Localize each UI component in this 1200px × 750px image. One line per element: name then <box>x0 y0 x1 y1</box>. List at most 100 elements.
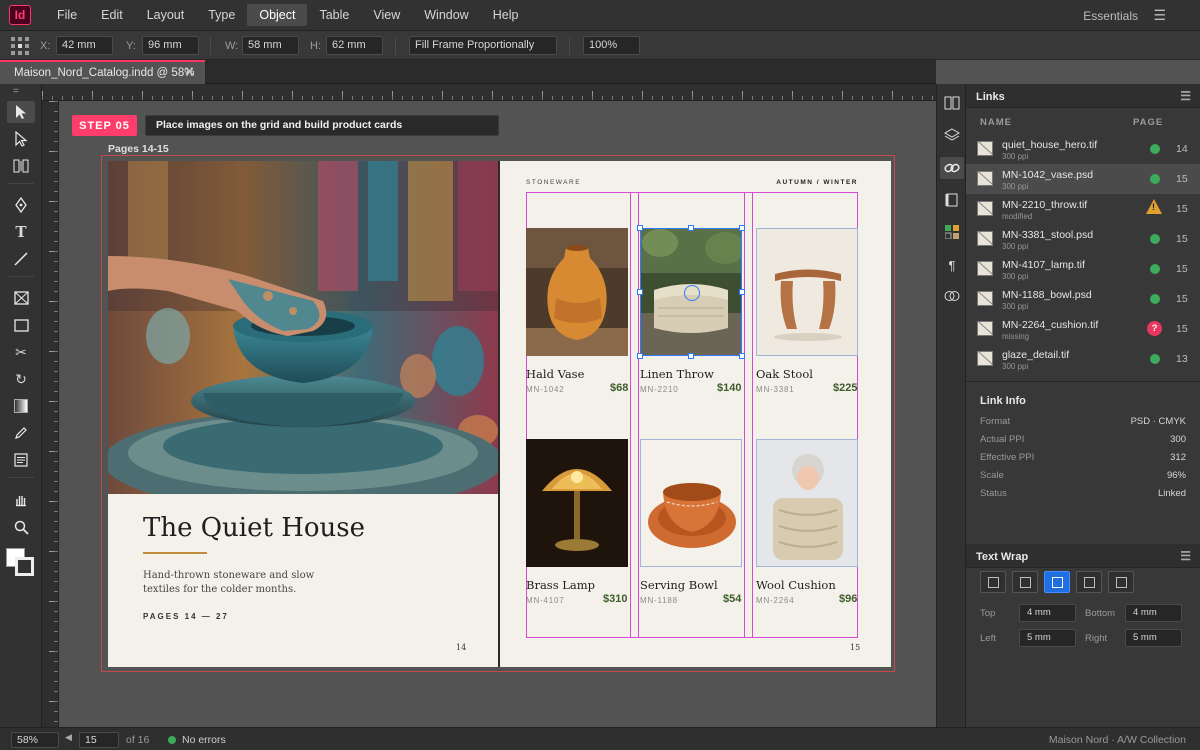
menu-file[interactable]: File <box>45 4 89 26</box>
pencil-tool-icon[interactable] <box>7 422 35 444</box>
close-tab-icon[interactable]: ✕ <box>184 64 195 80</box>
link-page[interactable]: 15 <box>1176 323 1188 335</box>
jump-object-button[interactable] <box>1076 571 1102 593</box>
direct-selection-tool-icon[interactable] <box>7 128 35 150</box>
link-row[interactable]: MN-2210_throw.tif modified ! 15 <box>966 194 1200 224</box>
pathfinder-panel-icon[interactable] <box>940 285 964 307</box>
link-page[interactable]: 15 <box>1176 173 1188 185</box>
scale-field[interactable]: 100% <box>583 36 640 55</box>
y-field[interactable]: 96 mm <box>142 36 199 55</box>
w-field[interactable]: 58 mm <box>242 36 299 55</box>
menu-edit[interactable]: Edit <box>89 4 135 26</box>
hand-tool-icon[interactable] <box>7 489 35 511</box>
menu-window[interactable]: Window <box>412 4 480 26</box>
product-name[interactable]: Linen Throw <box>640 367 714 381</box>
product-price[interactable]: $225 <box>833 382 857 394</box>
product-name[interactable]: Serving Bowl <box>640 578 718 592</box>
menu-view[interactable]: View <box>361 4 412 26</box>
product-image-lamp[interactable] <box>526 439 628 567</box>
wrap-object-shape-button[interactable] <box>1044 571 1070 593</box>
link-row[interactable]: MN-1042_vase.psd 300 ppi 15 <box>966 164 1200 194</box>
page-field[interactable]: 15 <box>79 732 119 748</box>
season-label[interactable]: AUTUMN / WINTER <box>776 179 858 186</box>
product-image-bowl[interactable] <box>640 439 742 567</box>
previous-page-icon[interactable]: ◀ <box>65 732 72 743</box>
links-panel-icon[interactable] <box>940 157 964 179</box>
paragraph-panel-icon[interactable]: ¶ <box>940 254 964 276</box>
fill-stroke-swatch-icon[interactable] <box>6 548 36 578</box>
product-sku[interactable]: MN-2264 <box>756 596 795 605</box>
workspace-switcher[interactable]: Essentials <box>1083 9 1138 23</box>
page-15[interactable]: STONEWARE AUTUMN / WINTER Hald Vase MN-1… <box>500 161 891 667</box>
link-row[interactable]: glaze_detail.tif 300 ppi 13 <box>966 344 1200 374</box>
product-sku[interactable]: MN-3381 <box>756 385 795 394</box>
spread-title[interactable]: The Quiet House <box>143 513 365 543</box>
toolbox-grip-icon[interactable]: = <box>13 86 19 97</box>
product-price[interactable]: $96 <box>839 593 857 605</box>
resize-handle[interactable] <box>637 353 643 359</box>
page-14[interactable]: The Quiet House Hand-thrown stoneware an… <box>108 161 498 667</box>
document-tab[interactable]: Maison_Nord_Catalog.indd @ 58% <box>0 60 205 84</box>
resize-handle[interactable] <box>688 225 694 231</box>
pasteboard[interactable]: STEP 05 Place images on the grid and bui… <box>59 101 936 727</box>
product-image-cushion[interactable] <box>756 439 858 567</box>
missing-link-icon[interactable]: ? <box>1147 321 1162 336</box>
link-row[interactable]: MN-4107_lamp.tif 300 ppi 15 <box>966 254 1200 284</box>
product-image-stool[interactable] <box>756 228 858 356</box>
panel-menu-icon[interactable]: ☰ <box>1180 549 1191 563</box>
product-price[interactable]: $54 <box>723 593 741 605</box>
resize-handle[interactable] <box>637 225 643 231</box>
menu-type[interactable]: Type <box>196 4 247 26</box>
product-price[interactable]: $68 <box>610 382 628 394</box>
zoom-field[interactable]: 58% <box>11 732 59 748</box>
workspace-menu-icon[interactable]: ☰ <box>1153 7 1166 24</box>
content-grabber-icon[interactable] <box>684 285 700 301</box>
product-image-vase[interactable] <box>526 228 628 356</box>
reference-point-icon[interactable] <box>11 37 29 55</box>
layers-panel-icon[interactable] <box>940 124 964 146</box>
no-wrap-button[interactable] <box>980 571 1006 593</box>
fitting-dropdown[interactable]: Fill Frame Proportionally <box>409 36 557 55</box>
rectangle-frame-tool-icon[interactable] <box>7 287 35 309</box>
column-header-page[interactable]: PAGE <box>1133 117 1163 128</box>
link-page[interactable]: 15 <box>1176 203 1188 215</box>
pages-panel-icon[interactable] <box>940 92 964 114</box>
selection-tool-icon[interactable] <box>7 101 35 123</box>
product-name[interactable]: Brass Lamp <box>526 578 595 592</box>
resize-handle[interactable] <box>688 353 694 359</box>
product-name[interactable]: Hald Vase <box>526 367 584 381</box>
x-field[interactable]: 42 mm <box>56 36 113 55</box>
vertical-ruler[interactable] <box>42 101 59 727</box>
link-row[interactable]: MN-1188_bowl.psd 300 ppi 15 <box>966 284 1200 314</box>
product-price[interactable]: $310 <box>603 593 627 605</box>
warning-icon[interactable]: ! <box>1146 199 1162 214</box>
bottom-offset-field[interactable]: 4 mm <box>1125 604 1182 622</box>
link-info-title[interactable]: Link Info <box>980 395 1026 407</box>
wrap-bounding-box-button[interactable] <box>1012 571 1038 593</box>
menu-object[interactable]: Object <box>247 4 308 26</box>
column-header-name[interactable]: NAME <box>980 117 1012 128</box>
menu-help[interactable]: Help <box>481 4 531 26</box>
link-page[interactable]: 14 <box>1176 143 1188 155</box>
link-page[interactable]: 13 <box>1176 353 1188 365</box>
preflight-status[interactable]: No errors <box>182 734 226 746</box>
product-sku[interactable]: MN-1042 <box>526 385 565 394</box>
zoom-tool-icon[interactable] <box>7 516 35 538</box>
jump-to-next-column-button[interactable] <box>1108 571 1134 593</box>
product-sku[interactable]: MN-4107 <box>526 596 565 605</box>
top-offset-field[interactable]: 4 mm <box>1019 604 1076 622</box>
menu-layout[interactable]: Layout <box>135 4 197 26</box>
section-label[interactable]: STONEWARE <box>526 179 581 186</box>
swatches-panel-icon[interactable] <box>940 221 964 243</box>
resize-handle[interactable] <box>739 289 745 295</box>
rotate-tool-icon[interactable]: ↻ <box>7 368 35 390</box>
left-offset-field[interactable]: 5 mm <box>1019 629 1076 647</box>
resize-handle[interactable] <box>739 353 745 359</box>
line-tool-icon[interactable] <box>7 248 35 270</box>
page-range[interactable]: PAGES 14 — 27 <box>143 612 229 621</box>
horizontal-ruler[interactable] <box>42 84 936 101</box>
h-field[interactable]: 62 mm <box>326 36 383 55</box>
link-row[interactable]: MN-2264_cushion.tif missing ? 15 <box>966 314 1200 344</box>
link-page[interactable]: 15 <box>1176 293 1188 305</box>
pen-tool-icon[interactable] <box>7 194 35 216</box>
